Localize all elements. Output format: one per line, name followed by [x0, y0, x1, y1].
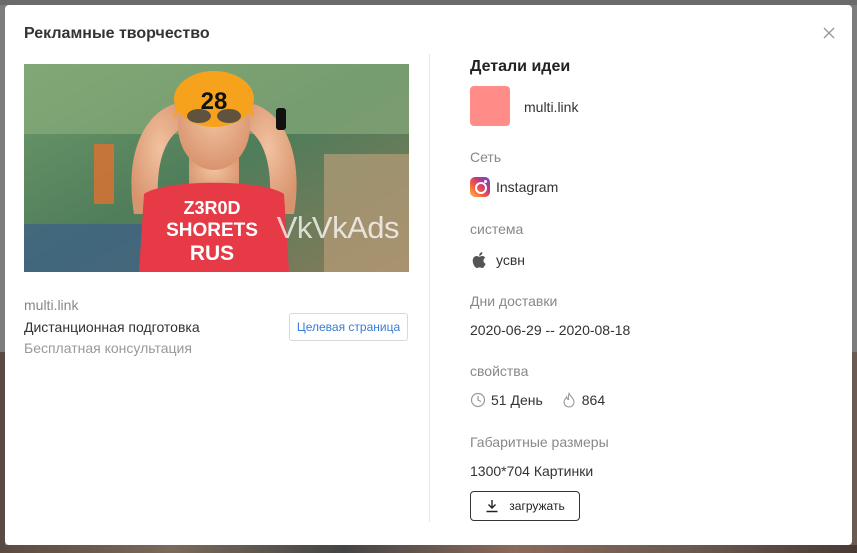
properties-values: 51 День 864 — [470, 392, 605, 408]
dimensions-value: 1300*704 Картинки — [470, 463, 594, 479]
jersey-line-1: Z3R0D — [183, 198, 240, 218]
creative-meta: multi.link Дистанционная подготовка Бесп… — [24, 297, 409, 356]
dimensions-label: Габаритные размеры — [470, 434, 609, 450]
heat-value: 864 — [581, 392, 606, 408]
jersey-line-3: RUS — [190, 242, 234, 265]
download-button[interactable]: загружать — [470, 491, 580, 521]
column-divider — [429, 54, 430, 522]
network-value: Instagram — [470, 177, 558, 197]
advertiser-logo — [470, 86, 510, 126]
details-title: Детали идеи — [470, 58, 571, 75]
backdrop-strip-bottom — [0, 545, 857, 553]
delivery-days-value: 2020-06-29 -- 2020-08-18 — [470, 322, 631, 338]
creative-modal: Рекламные творчество 28 Z3R0D SHORETS RU… — [5, 5, 852, 545]
close-icon — [823, 27, 835, 39]
advertiser-name: multi.link — [524, 99, 579, 115]
jersey-line-2: SHORETS — [166, 220, 258, 241]
creative-domain: multi.link — [24, 297, 79, 313]
network-name: Instagram — [496, 179, 559, 195]
modal-title: Рекламные творчество — [24, 25, 210, 42]
backdrop-strip-right — [852, 352, 857, 552]
system-value: усвн — [470, 250, 525, 270]
creative-description: Бесплатная консультация — [24, 340, 192, 356]
apple-icon — [472, 252, 486, 268]
watermark-text: VkVkAds — [276, 210, 400, 245]
landing-page-button[interactable]: Целевая страница — [289, 313, 408, 341]
close-button[interactable] — [822, 26, 836, 40]
delivery-days-label: Дни доставки — [470, 293, 558, 309]
network-label: Сеть — [470, 149, 502, 165]
clock-icon — [470, 392, 486, 408]
properties-label: свойства — [470, 363, 529, 379]
creative-image: 28 Z3R0D SHORETS RUS VkVkAds — [24, 64, 409, 272]
system-name: усвн — [496, 252, 526, 268]
instagram-icon — [470, 177, 490, 197]
download-icon — [486, 500, 498, 513]
system-label: система — [470, 221, 524, 237]
duration-value: 51 День — [491, 392, 543, 408]
flame-icon — [563, 392, 575, 408]
download-label: загружать — [509, 499, 565, 513]
